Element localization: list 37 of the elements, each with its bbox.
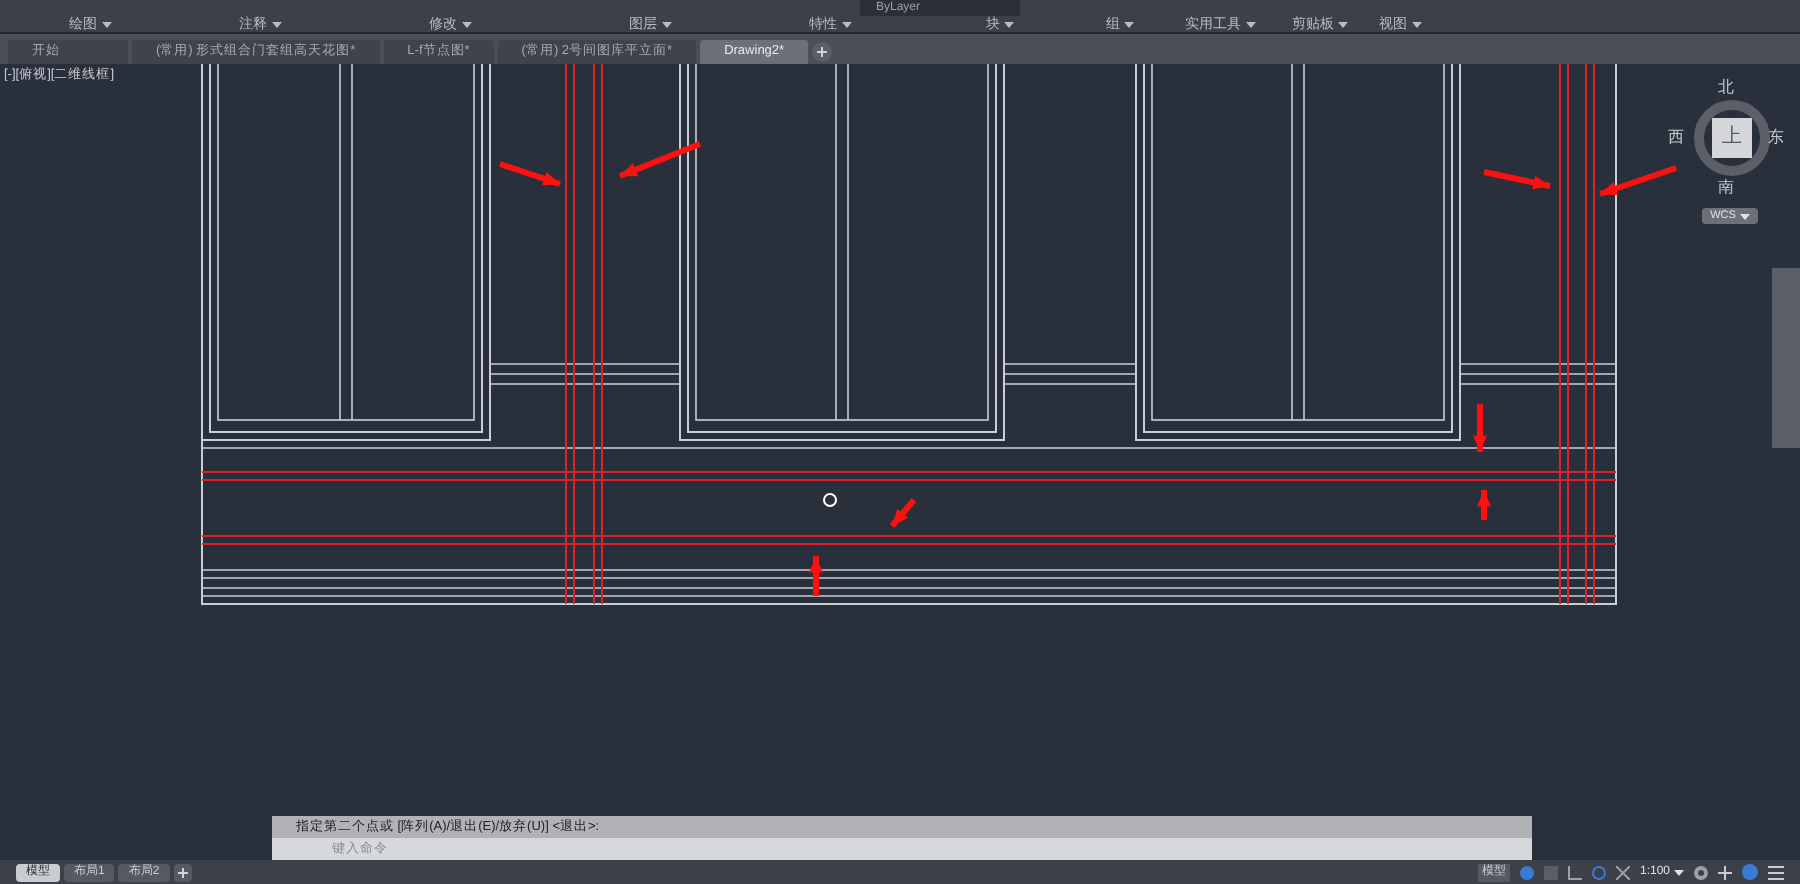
menu-icon[interactable] bbox=[1768, 865, 1784, 879]
plus-icon[interactable] bbox=[1718, 865, 1732, 879]
compass-west[interactable]: 西 bbox=[1668, 126, 1684, 150]
osnap-toggle-icon[interactable] bbox=[1615, 865, 1630, 879]
caret-icon bbox=[1338, 22, 1348, 28]
arrow-icon bbox=[889, 498, 917, 528]
arrow-icon bbox=[1473, 404, 1487, 452]
caret-icon bbox=[101, 22, 111, 28]
arrow-icon bbox=[1483, 169, 1551, 190]
settings-icon[interactable] bbox=[1694, 865, 1708, 879]
caret-icon bbox=[271, 22, 281, 28]
caret-icon bbox=[1674, 869, 1684, 875]
snap-toggle-icon[interactable] bbox=[1543, 865, 1558, 879]
caret-icon bbox=[461, 22, 471, 28]
compass-north[interactable]: 北 bbox=[1718, 76, 1734, 100]
caret-icon bbox=[1004, 22, 1014, 28]
new-tab-button[interactable] bbox=[812, 42, 833, 62]
caret-icon bbox=[841, 22, 851, 28]
cursor-marker bbox=[823, 493, 837, 507]
caret-icon bbox=[1245, 22, 1255, 28]
arrow-icon bbox=[618, 141, 702, 179]
arrow-icon bbox=[1477, 490, 1491, 520]
add-layout-button[interactable] bbox=[173, 863, 192, 881]
isolate-toggle-icon[interactable] bbox=[1742, 864, 1758, 880]
caret-icon bbox=[661, 22, 671, 28]
view-cube-top-face[interactable]: 上 bbox=[1712, 118, 1752, 158]
ortho-toggle-icon[interactable] bbox=[1567, 865, 1582, 879]
polar-toggle-icon[interactable] bbox=[1591, 865, 1606, 879]
caret-icon bbox=[1124, 22, 1134, 28]
caret-icon bbox=[1739, 213, 1750, 219]
compass-east[interactable]: 东 bbox=[1768, 126, 1784, 150]
grid-toggle-icon[interactable] bbox=[1519, 865, 1534, 879]
arrow-icon bbox=[809, 556, 823, 596]
arrow-icon bbox=[499, 161, 561, 187]
arrow-icon bbox=[1599, 165, 1677, 197]
compass-south[interactable]: 南 bbox=[1718, 176, 1734, 200]
caret-icon bbox=[1411, 22, 1421, 28]
